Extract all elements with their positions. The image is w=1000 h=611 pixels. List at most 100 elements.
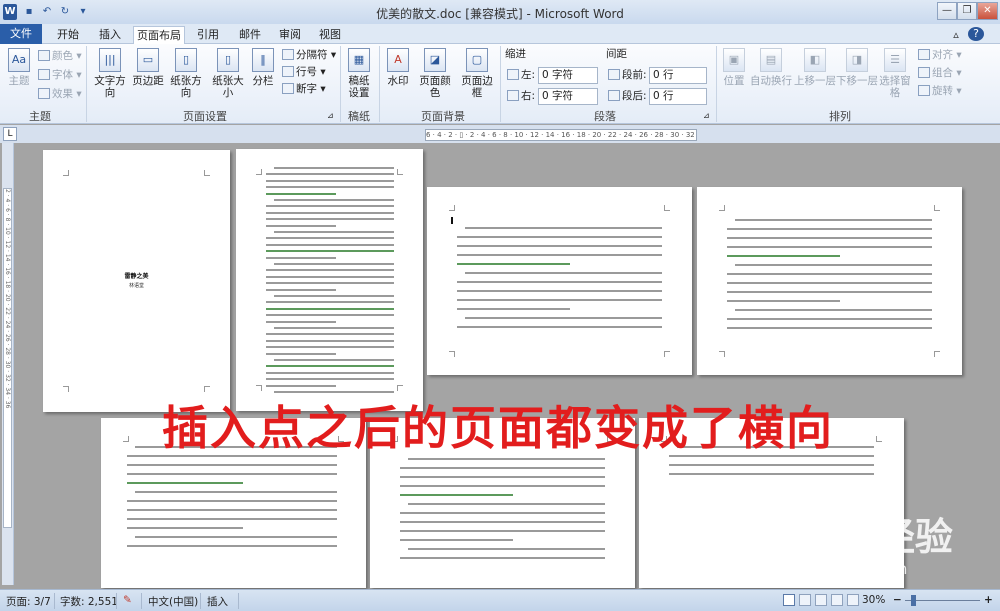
indent-left-input[interactable]: 0 字符	[538, 67, 598, 84]
theme-effects-button[interactable]: 效果 ▾	[38, 87, 82, 102]
columns-label: 分栏	[252, 75, 274, 87]
draft-view-icon[interactable]	[847, 594, 859, 606]
wrap-text-button[interactable]: ▤ 自动换行	[750, 48, 792, 87]
page-border-button[interactable]: ▢ 页面边框	[457, 48, 497, 99]
help-icon[interactable]: ?	[968, 27, 984, 41]
group-label-background: 页面背景	[421, 110, 465, 123]
text-line	[127, 509, 337, 511]
watermark-icon: A	[387, 48, 409, 72]
ribbon: Aa 主题 颜色 ▾ 字体 ▾ 效果 ▾ 主题 ||| 文字方向 ▭ 页边距 ▯…	[0, 44, 1000, 124]
themes-button[interactable]: Aa 主题	[4, 48, 34, 87]
close-button[interactable]: ✕	[977, 2, 998, 20]
tab-home[interactable]: 开始	[50, 26, 86, 44]
text-line	[408, 458, 605, 460]
orientation-button[interactable]: ▯ 纸张方向	[166, 48, 206, 99]
text-line	[127, 527, 243, 529]
theme-colors-button[interactable]: 颜色 ▾	[38, 49, 82, 64]
outline-view-icon[interactable]	[831, 594, 843, 606]
paragraph-launcher-icon[interactable]: ⊿	[703, 108, 710, 123]
align-button[interactable]: 对齐 ▾	[918, 48, 962, 63]
spacing-after-label: 段后:	[608, 89, 647, 104]
spacing-before-input[interactable]: 0 行	[649, 67, 707, 84]
tab-insert[interactable]: 插入	[92, 26, 128, 44]
ribbon-collapse-icon[interactable]: ▵	[948, 26, 964, 44]
bring-forward-button[interactable]: ◧ 上移一层	[794, 48, 836, 87]
spacing-after-icon	[608, 90, 620, 101]
text-direction-button[interactable]: ||| 文字方向	[90, 48, 130, 99]
tab-references[interactable]: 引用	[190, 26, 226, 44]
text-line	[400, 485, 605, 487]
position-label: 位置	[723, 75, 745, 87]
minimize-button[interactable]: —	[937, 2, 957, 20]
zoom-out-button[interactable]: −	[893, 594, 902, 606]
page-count[interactable]: 页面: 3/7	[6, 594, 51, 609]
line-numbers-icon	[282, 66, 294, 77]
rotate-button[interactable]: 旋转 ▾	[918, 84, 962, 99]
corner-mark	[664, 205, 670, 211]
text-line	[465, 227, 662, 229]
corner-mark	[63, 386, 69, 392]
zoom-level[interactable]: 30%	[862, 594, 885, 606]
draft-paper-button[interactable]: ▦ 稿纸设置	[344, 48, 374, 99]
page-1-cover[interactable]: 雷静之美 林语堂	[43, 150, 230, 412]
text-line	[727, 300, 840, 302]
bring-forward-label: 上移一层	[794, 75, 836, 87]
send-backward-button[interactable]: ◨ 下移一层	[836, 48, 878, 87]
tab-file[interactable]: 文件	[0, 24, 42, 44]
horizontal-ruler[interactable]: 6 · 4 · 2 · ▯ · 2 · 4 · 6 · 8 · 10 · 12 …	[425, 129, 697, 141]
tab-selector-icon[interactable]: L	[3, 127, 17, 141]
zoom-slider-thumb[interactable]	[911, 595, 917, 606]
text-line	[127, 500, 337, 502]
indent-right-input[interactable]: 0 字符	[538, 88, 598, 105]
group-separator	[716, 46, 717, 122]
vertical-ruler[interactable]: 2 · 4 · 6 · 8 · 10 · 12 · 14 · 16 · 18 ·…	[3, 188, 12, 528]
corner-mark	[876, 436, 882, 442]
orientation-label: 纸张方向	[170, 75, 202, 99]
tab-page-layout[interactable]: 页面布局	[133, 26, 185, 44]
page-size-button[interactable]: ▯ 纸张大小	[208, 48, 248, 99]
language-indicator[interactable]: 中文(中国)	[148, 594, 198, 609]
text-line	[266, 371, 394, 374]
text-line	[127, 464, 337, 466]
tab-mailings[interactable]: 邮件	[232, 26, 268, 44]
page-color-button[interactable]: ◪ 页面颜色	[415, 48, 455, 99]
page-2[interactable]	[236, 149, 423, 411]
tab-view[interactable]: 视图	[312, 26, 348, 44]
page-setup-launcher-icon[interactable]: ⊿	[327, 108, 334, 123]
print-layout-view-icon[interactable]	[783, 594, 795, 606]
tab-review[interactable]: 审阅	[272, 26, 308, 44]
full-screen-view-icon[interactable]	[799, 594, 811, 606]
line-numbers-button[interactable]: 行号 ▾	[282, 65, 326, 80]
vertical-ruler-bar: 2 · 4 · 6 · 8 · 10 · 12 · 14 · 16 · 18 ·…	[2, 143, 14, 585]
text-line	[400, 521, 605, 523]
margins-button[interactable]: ▭ 页边距	[132, 48, 164, 87]
group-label-arrange: 排列	[829, 110, 851, 123]
restore-button[interactable]: ❐	[957, 2, 977, 20]
group-objects-button[interactable]: 组合 ▾	[918, 66, 962, 81]
columns-button[interactable]: ‖ 分栏	[250, 48, 276, 87]
theme-fonts-button[interactable]: 字体 ▾	[38, 68, 82, 83]
hyphenation-button[interactable]: 断字 ▾	[282, 82, 326, 97]
breaks-icon	[282, 49, 294, 60]
text-line	[266, 269, 394, 272]
position-button[interactable]: ▣ 位置	[720, 48, 748, 87]
selection-pane-button[interactable]: ☰ 选择窗格	[876, 48, 914, 99]
text-line	[400, 512, 605, 514]
text-line	[408, 548, 605, 550]
page-3-landscape[interactable]	[427, 187, 692, 375]
insert-mode[interactable]: 插入	[207, 594, 228, 609]
word-count[interactable]: 字数: 2,551	[60, 594, 118, 609]
page-border-label: 页面边框	[461, 75, 493, 99]
draft-paper-label: 稿纸设置	[348, 75, 370, 99]
page-color-label: 页面颜色	[419, 75, 451, 99]
watermark-button[interactable]: A 水印	[383, 48, 413, 87]
proofing-icon[interactable]: ✎	[123, 594, 132, 606]
page-4-landscape[interactable]	[697, 187, 962, 375]
group-label-page-setup: 页面设置	[183, 110, 227, 123]
spacing-after-input[interactable]: 0 行	[649, 88, 707, 105]
web-layout-view-icon[interactable]	[815, 594, 827, 606]
zoom-in-button[interactable]: +	[984, 594, 993, 606]
text-line	[266, 301, 394, 304]
breaks-button[interactable]: 分隔符 ▾	[282, 48, 336, 63]
indent-right-label: 右:	[507, 89, 535, 104]
